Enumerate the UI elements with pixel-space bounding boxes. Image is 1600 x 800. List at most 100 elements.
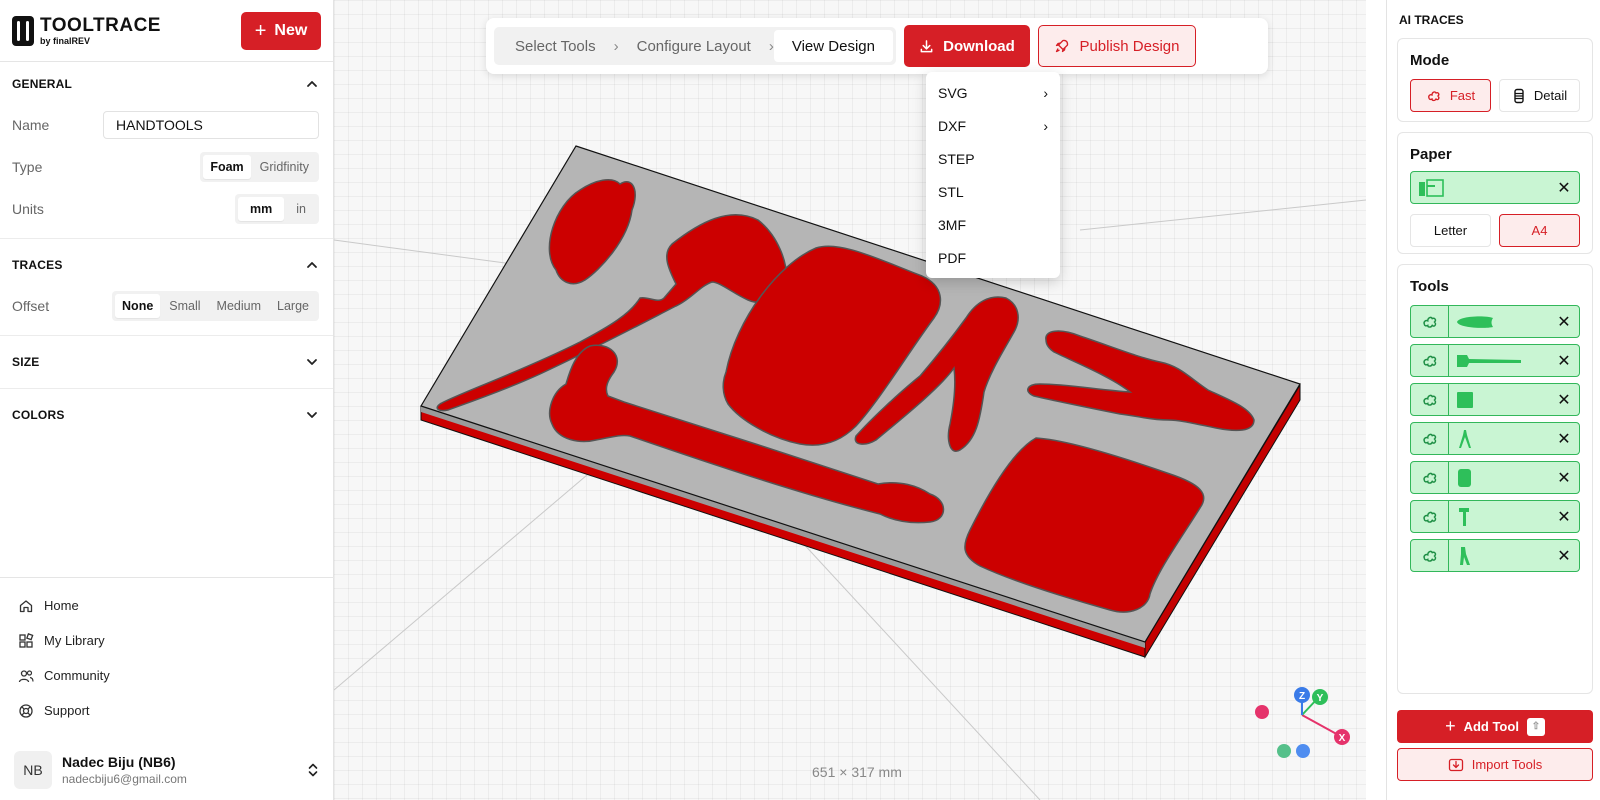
paper-card: Paper ✕ Letter A4 — [1397, 132, 1593, 254]
nav-support[interactable]: Support — [0, 693, 334, 728]
axis-neg-x-dot[interactable] — [1255, 705, 1269, 719]
menu-item-step[interactable]: STEP — [926, 142, 1060, 175]
trace-mode-icon[interactable] — [1411, 540, 1449, 571]
ai-traces-title: AI TRACES — [1399, 13, 1464, 27]
axis-neg-z-dot[interactable] — [1296, 744, 1310, 758]
trace-mode-icon[interactable] — [1411, 345, 1449, 376]
mode-detail-button[interactable]: Detail — [1499, 79, 1580, 112]
tool-row[interactable]: ✕ — [1410, 344, 1580, 377]
tool-row[interactable]: ✕ — [1410, 383, 1580, 416]
name-input[interactable]: HANDTOOLS — [103, 111, 319, 139]
new-button[interactable]: + New — [241, 11, 321, 50]
menu-item-3mf-label: 3MF — [938, 216, 966, 233]
paper-size-toggle: Letter A4 — [1398, 210, 1592, 259]
tooltrace-logo-icon — [12, 15, 34, 46]
user-account[interactable]: NB Nadec Biju (NB6) nadecbiju6@gmail.com — [0, 740, 334, 800]
trace-mode-icon[interactable] — [1411, 423, 1449, 454]
type-option-foam[interactable]: Foam — [203, 155, 251, 179]
trace-mode-icon[interactable] — [1411, 384, 1449, 415]
import-tools-button[interactable]: Import Tools — [1397, 748, 1593, 781]
paper-letter-option[interactable]: Letter — [1410, 214, 1491, 247]
tool-row[interactable]: ✕ — [1410, 461, 1580, 494]
offset-option-medium[interactable]: Medium — [210, 294, 268, 318]
units-option-mm[interactable]: mm — [238, 197, 285, 221]
step-select-tools[interactable]: Select Tools — [497, 30, 614, 62]
paper-a4-option[interactable]: A4 — [1499, 214, 1580, 247]
paper-image-row[interactable]: ✕ — [1410, 171, 1580, 204]
close-icon[interactable]: ✕ — [1549, 546, 1579, 566]
general-section-header[interactable]: GENERAL — [0, 64, 333, 104]
size-heading: SIZE — [12, 355, 40, 369]
user-info: Nadec Biju (NB6) nadecbiju6@gmail.com — [62, 754, 187, 786]
traces-section-header[interactable]: TRACES — [0, 245, 333, 285]
tool-row[interactable]: ✕ — [1410, 305, 1580, 338]
close-icon[interactable]: ✕ — [1549, 312, 1579, 332]
close-icon[interactable]: ✕ — [1549, 468, 1579, 488]
trace-mode-icon[interactable] — [1411, 306, 1449, 337]
logo-row: TOOLTRACE by finalREV + New — [0, 0, 333, 62]
tools-list: ✕ ✕ ✕ ✕ ✕ ✕ ✕ — [1398, 305, 1592, 572]
axis-gizmo[interactable]: X Y Z — [1255, 687, 1350, 758]
tool-row[interactable]: ✕ — [1410, 500, 1580, 533]
nav-support-label: Support — [44, 703, 90, 718]
axis-neg-y-dot[interactable] — [1277, 744, 1291, 758]
units-option-in[interactable]: in — [286, 197, 316, 221]
axis-x-label: X — [1339, 733, 1346, 744]
units-toggle: mm in — [235, 194, 319, 224]
menu-item-svg-label: SVG — [938, 84, 968, 101]
pliers-thumb — [1449, 306, 1549, 337]
nav-home[interactable]: Home — [0, 588, 334, 623]
close-icon[interactable]: ✕ — [1549, 429, 1579, 449]
close-icon[interactable]: ✕ — [1549, 351, 1579, 371]
type-option-gridfinity[interactable]: Gridfinity — [253, 155, 316, 179]
rocket-icon — [1056, 39, 1069, 53]
3d-viewport[interactable]: X Y Z Select Tools › Configure Layout › … — [334, 0, 1366, 800]
trace-mode-icon[interactable] — [1411, 501, 1449, 532]
offset-option-none[interactable]: None — [115, 294, 161, 318]
workflow-toolbar: Select Tools › Configure Layout › View D… — [486, 18, 1268, 74]
download-icon — [920, 39, 933, 52]
name-label: Name — [12, 117, 50, 133]
home-icon — [19, 599, 33, 612]
colors-section-header[interactable]: COLORS — [0, 395, 333, 435]
trace-mode-icon[interactable] — [1411, 462, 1449, 493]
paper-thumbnail — [1411, 172, 1549, 203]
close-icon[interactable]: ✕ — [1549, 178, 1579, 198]
menu-item-dxf[interactable]: DXF › — [926, 109, 1060, 142]
menu-item-svg[interactable]: SVG › — [926, 76, 1060, 109]
menu-item-pdf[interactable]: PDF — [926, 241, 1060, 274]
close-icon[interactable]: ✕ — [1549, 507, 1579, 527]
mode-fast-button[interactable]: Fast — [1410, 79, 1491, 112]
offset-option-large[interactable]: Large — [270, 294, 316, 318]
library-icon — [19, 632, 34, 648]
screwdriver-thumb — [1449, 501, 1549, 532]
user-email: nadecbiju6@gmail.com — [62, 772, 187, 786]
size-section-header[interactable]: SIZE — [0, 342, 333, 382]
name-row: Name HANDTOOLS — [0, 104, 333, 146]
tool-row[interactable]: ✕ — [1410, 539, 1580, 572]
nav-home-label: Home — [44, 598, 79, 613]
menu-item-pdf-label: PDF — [938, 249, 966, 266]
nav-community[interactable]: Community — [0, 658, 334, 693]
download-button[interactable]: Download — [903, 25, 1030, 67]
add-tool-label: Add Tool — [1463, 719, 1519, 734]
plus-icon: + — [1445, 716, 1456, 736]
menu-item-stl[interactable]: STL — [926, 175, 1060, 208]
publish-design-button[interactable]: Publish Design — [1037, 25, 1196, 67]
new-button-label: New — [274, 21, 308, 39]
close-icon[interactable]: ✕ — [1549, 390, 1579, 410]
paper-thumbnail-icon — [1419, 178, 1444, 197]
detail-icon — [1514, 88, 1524, 103]
step-view-design[interactable]: View Design — [773, 30, 893, 62]
chevron-up-icon — [307, 81, 317, 87]
chevron-right-icon: › — [1043, 84, 1048, 101]
menu-item-3mf[interactable]: 3MF — [926, 208, 1060, 241]
add-tool-button[interactable]: + Add Tool ⇧ — [1397, 710, 1593, 743]
axis-z-label: Z — [1299, 691, 1305, 702]
nav-my-library[interactable]: My Library — [0, 623, 334, 658]
step-configure-layout[interactable]: Configure Layout — [619, 30, 769, 62]
tool-row[interactable]: ✕ — [1410, 422, 1580, 455]
nav-my-library-label: My Library — [44, 633, 105, 648]
avatar: NB — [14, 751, 52, 789]
offset-option-small[interactable]: Small — [162, 294, 207, 318]
